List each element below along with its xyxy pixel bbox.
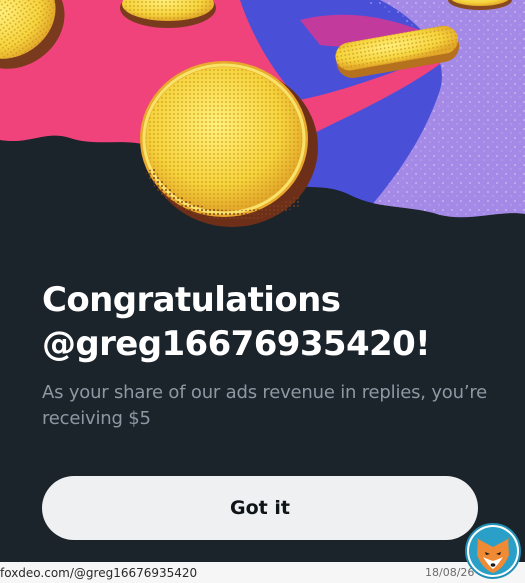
fox-icon	[465, 523, 521, 579]
got-it-button[interactable]: Got it	[42, 476, 478, 540]
coins-illustration	[0, 0, 525, 250]
payout-dialog: Congratulations @greg16676935420! As you…	[0, 0, 525, 583]
revenue-message: As your share of our ads revenue in repl…	[42, 382, 488, 429]
congratulations-title: Congratulations @greg16676935420!	[42, 278, 502, 366]
title-line-2: @greg16676935420!	[42, 324, 431, 364]
watermark-site-text: foxdeo.com/@greg16676935420	[0, 566, 198, 580]
title-line-1: Congratulations	[42, 280, 341, 320]
